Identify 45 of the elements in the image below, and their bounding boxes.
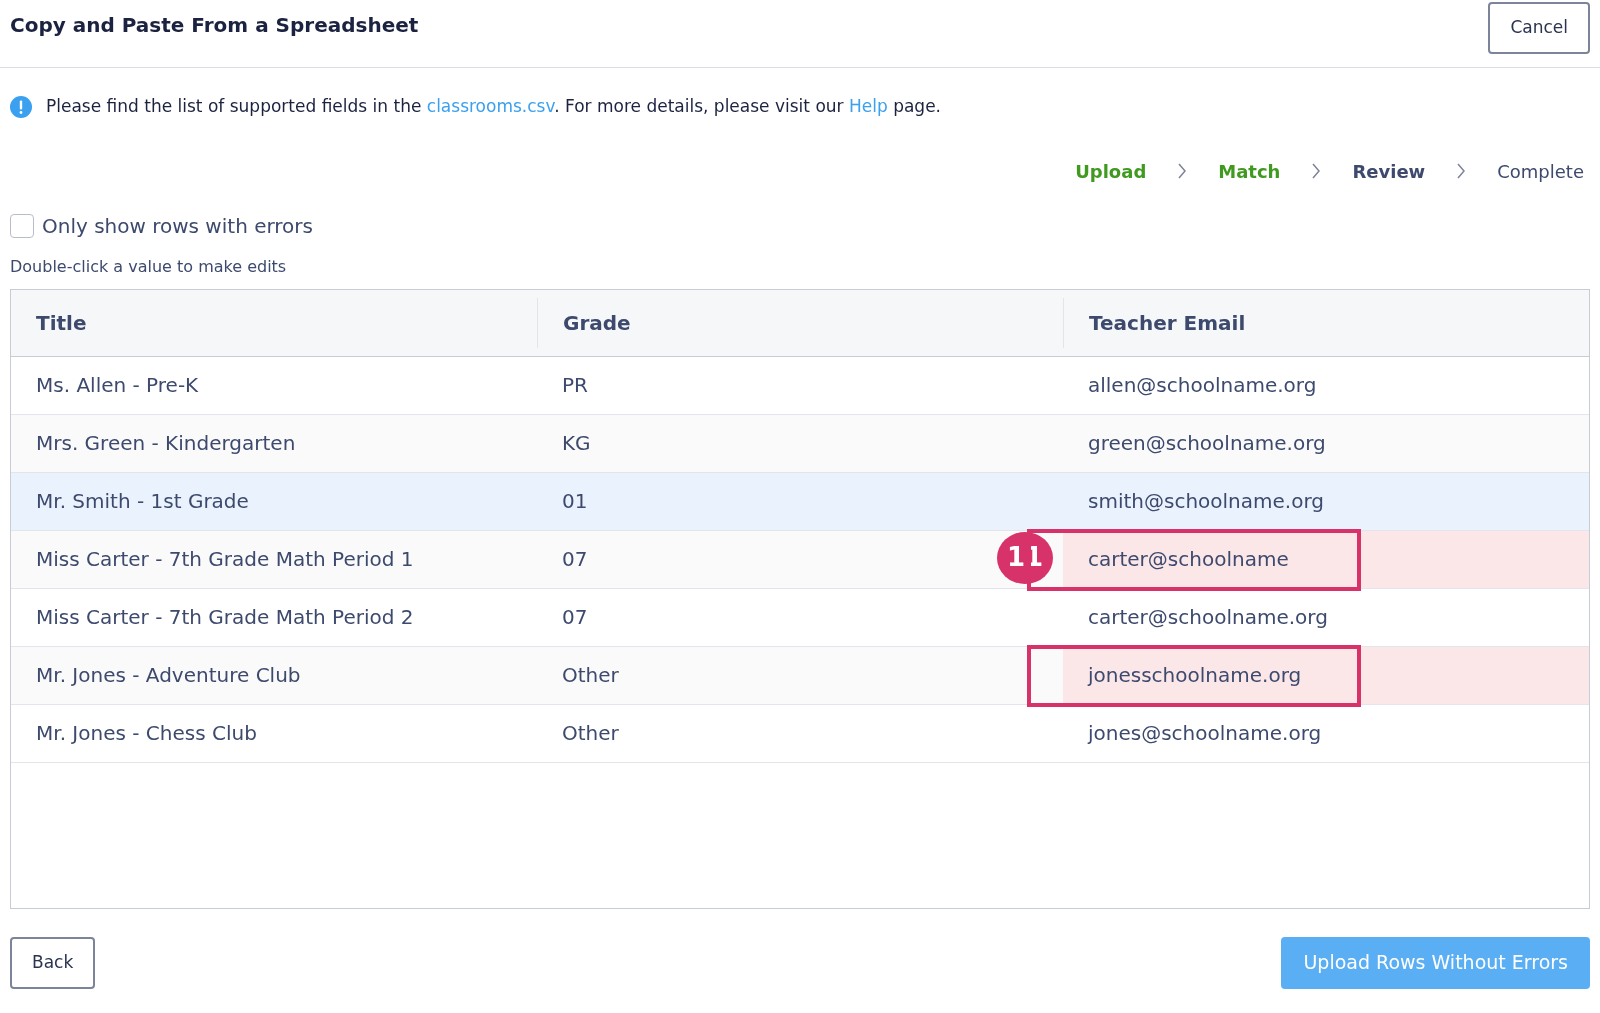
table-cell-text: Ms. Allen - Pre-K <box>36 372 199 399</box>
column-header[interactable]: Title <box>11 297 537 348</box>
checkbox-label: Only show rows with errors <box>42 212 313 240</box>
table-cell-text: Mrs. Green - Kindergarten <box>36 430 296 457</box>
step-label: Match <box>1218 159 1281 184</box>
table-row[interactable]: Miss Carter - 7th Grade Math Period 2 07 carter@schoolname.org <box>11 588 1589 647</box>
step-label: Complete <box>1497 159 1584 184</box>
dialog-title: Copy and Paste From a Spreadsheet <box>10 12 419 39</box>
info-message: Please find the list of supported fields in the classrooms.csv. For more details, please visit our Help page. <box>46 95 941 118</box>
step-label: Review <box>1352 159 1426 184</box>
table-cell-text: Miss Carter - 7th Grade Math Period 2 <box>36 604 414 631</box>
info-icon <box>10 95 32 118</box>
table-cell-text: 01 <box>562 488 588 515</box>
table-cell-text: smith@schoolname.org <box>1088 488 1324 515</box>
table-cell-text: jones@schoolname.org <box>1088 720 1322 747</box>
table-cell-text: Other <box>562 720 619 747</box>
table-cell-text: Miss Carter - 7th Grade Math Period 1 <box>36 546 414 573</box>
table-row[interactable]: Ms. Allen - Pre-K PR allen@schoolname.org <box>11 356 1589 415</box>
chevron-icon <box>1310 162 1323 180</box>
table-cell-text: Mr. Smith - 1st Grade <box>36 488 249 515</box>
cancel-button[interactable]: Cancel <box>1488 2 1590 54</box>
chevron-icon <box>1455 162 1468 180</box>
table-cell-text: PR <box>562 372 588 399</box>
table-row[interactable]: Mrs. Green - Kindergarten KG green@schoolname.org <box>11 414 1589 473</box>
hint-text: Double-click a value to make edits <box>9 255 288 278</box>
step-label: Upload <box>1075 159 1147 184</box>
table-cell-text: Other <box>562 662 619 689</box>
table-cell-text: Mr. Jones - Chess Club <box>36 720 257 747</box>
back-button[interactable]: Back <box>10 936 96 989</box>
column-header[interactable]: Grade <box>537 297 1063 348</box>
table-row[interactable]: Mr. Jones - Chess Club Other jones@schoolname.org <box>11 704 1589 763</box>
table-cell-text: green@schoolname.org <box>1088 430 1326 457</box>
table-row[interactable]: Mr. Smith - 1st Grade 01 smith@schoolname.org <box>11 472 1589 531</box>
column-header[interactable]: Teacher Email <box>1063 297 1589 348</box>
table-cell-text: jonesschoolname.org <box>1088 662 1302 689</box>
chevron-icon <box>1176 162 1189 180</box>
table-cell-text: carter@schoolname <box>1088 546 1289 573</box>
table-cell-text: 07 <box>562 604 588 631</box>
table-cell-text: allen@schoolname.org <box>1088 372 1317 399</box>
table-row[interactable]: Mr. Jones - Adventure Club Other jonesschoolname.org <box>11 646 1589 705</box>
table-cell-text: 07 <box>562 546 588 573</box>
table-cell-text: KG <box>562 430 591 457</box>
checkbox[interactable] <box>10 213 34 238</box>
table-cell-text: carter@schoolname.org <box>1088 604 1328 631</box>
table-cell-text: Mr. Jones - Adventure Club <box>36 662 301 689</box>
